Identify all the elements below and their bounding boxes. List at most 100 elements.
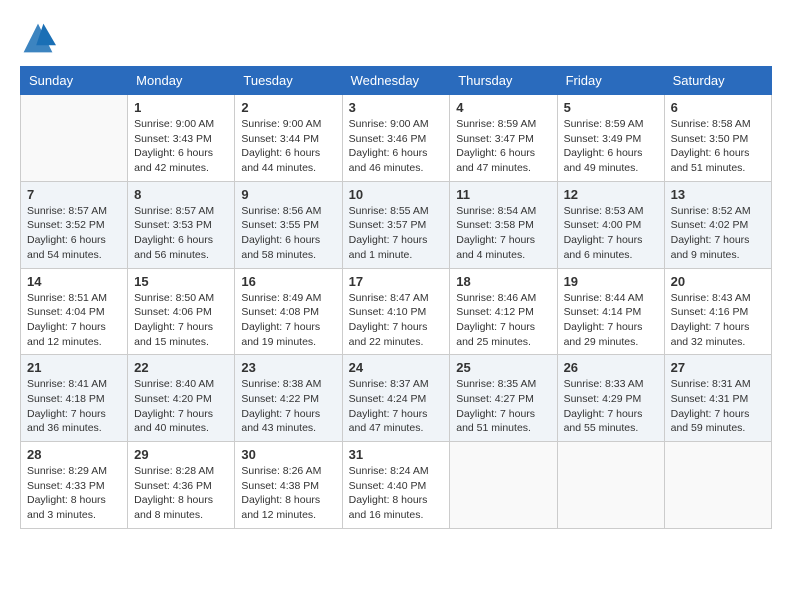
day-number: 27 xyxy=(671,360,765,375)
day-info: Sunrise: 8:57 AMSunset: 3:53 PMDaylight:… xyxy=(134,204,228,263)
calendar-cell: 16 Sunrise: 8:49 AMSunset: 4:08 PMDayligh… xyxy=(235,268,342,355)
day-info: Sunrise: 8:47 AMSunset: 4:10 PMDaylight:… xyxy=(349,291,444,350)
calendar-cell: 5 Sunrise: 8:59 AMSunset: 3:49 PMDaylight… xyxy=(557,95,664,182)
calendar-week-row: 28Sunrise: 8:29 AMSunset: 4:33 PMDayligh… xyxy=(21,442,772,529)
day-number: 24 xyxy=(349,360,444,375)
day-number: 8 xyxy=(134,187,228,202)
calendar-cell: 7 Sunrise: 8:57 AMSunset: 3:52 PMDaylight… xyxy=(21,181,128,268)
calendar-cell: 24 Sunrise: 8:37 AMSunset: 4:24 PMDayligh… xyxy=(342,355,450,442)
calendar-cell: 10Sunrise: 8:55 AMSunset: 3:57 PMDayligh… xyxy=(342,181,450,268)
calendar-cell: 14 Sunrise: 8:51 AMSunset: 4:04 PMDayligh… xyxy=(21,268,128,355)
calendar-body: 1 Sunrise: 9:00 AMSunset: 3:43 PMDaylight… xyxy=(21,95,772,529)
calendar-week-row: 14 Sunrise: 8:51 AMSunset: 4:04 PMDayligh… xyxy=(21,268,772,355)
day-info: Sunrise: 8:28 AMSunset: 4:36 PMDaylight:… xyxy=(134,464,228,523)
calendar-cell: 19Sunrise: 8:44 AMSunset: 4:14 PMDayligh… xyxy=(557,268,664,355)
calendar-header-row: SundayMondayTuesdayWednesdayThursdayFrid… xyxy=(21,67,772,95)
calendar-cell: 6Sunrise: 8:58 AMSunset: 3:50 PMDaylight… xyxy=(664,95,771,182)
day-number: 16 xyxy=(241,274,335,289)
day-number: 19 xyxy=(564,274,658,289)
calendar-cell: 23 Sunrise: 8:38 AMSunset: 4:22 PMDayligh… xyxy=(235,355,342,442)
calendar-cell: 1 Sunrise: 9:00 AMSunset: 3:43 PMDaylight… xyxy=(128,95,235,182)
day-info: Sunrise: 8:35 AMSunset: 4:27 PMDaylight:… xyxy=(456,377,550,436)
calendar-week-row: 1 Sunrise: 9:00 AMSunset: 3:43 PMDaylight… xyxy=(21,95,772,182)
calendar-cell: 4 Sunrise: 8:59 AMSunset: 3:47 PMDaylight… xyxy=(450,95,557,182)
day-number: 31 xyxy=(349,447,444,462)
day-header-monday: Monday xyxy=(128,67,235,95)
day-info: Sunrise: 8:40 AMSunset: 4:20 PMDaylight:… xyxy=(134,377,228,436)
day-header-wednesday: Wednesday xyxy=(342,67,450,95)
day-info: Sunrise: 8:59 AMSunset: 3:49 PMDaylight:… xyxy=(564,117,658,176)
day-info: Sunrise: 8:33 AMSunset: 4:29 PMDaylight:… xyxy=(564,377,658,436)
calendar-cell: 12 Sunrise: 8:53 AMSunset: 4:00 PMDayligh… xyxy=(557,181,664,268)
calendar-cell: 9 Sunrise: 8:56 AMSunset: 3:55 PMDaylight… xyxy=(235,181,342,268)
day-number: 2 xyxy=(241,100,335,115)
day-info: Sunrise: 8:43 AMSunset: 4:16 PMDaylight:… xyxy=(671,291,765,350)
day-info: Sunrise: 8:56 AMSunset: 3:55 PMDaylight:… xyxy=(241,204,335,263)
calendar-week-row: 21Sunrise: 8:41 AMSunset: 4:18 PMDayligh… xyxy=(21,355,772,442)
calendar-cell: 15 Sunrise: 8:50 AMSunset: 4:06 PMDayligh… xyxy=(128,268,235,355)
calendar-cell: 25Sunrise: 8:35 AMSunset: 4:27 PMDayligh… xyxy=(450,355,557,442)
calendar-cell: 21Sunrise: 8:41 AMSunset: 4:18 PMDayligh… xyxy=(21,355,128,442)
day-number: 22 xyxy=(134,360,228,375)
day-info: Sunrise: 8:49 AMSunset: 4:08 PMDaylight:… xyxy=(241,291,335,350)
day-header-tuesday: Tuesday xyxy=(235,67,342,95)
day-info: Sunrise: 8:53 AMSunset: 4:00 PMDaylight:… xyxy=(564,204,658,263)
day-info: Sunrise: 8:46 AMSunset: 4:12 PMDaylight:… xyxy=(456,291,550,350)
day-info: Sunrise: 9:00 AMSunset: 3:46 PMDaylight:… xyxy=(349,117,444,176)
calendar-cell: 26 Sunrise: 8:33 AMSunset: 4:29 PMDayligh… xyxy=(557,355,664,442)
day-number: 1 xyxy=(134,100,228,115)
day-header-sunday: Sunday xyxy=(21,67,128,95)
calendar-cell xyxy=(664,442,771,529)
calendar-cell: 30 Sunrise: 8:26 AMSunset: 4:38 PMDayligh… xyxy=(235,442,342,529)
day-header-thursday: Thursday xyxy=(450,67,557,95)
day-header-saturday: Saturday xyxy=(664,67,771,95)
logo xyxy=(20,20,62,56)
calendar-cell: 2 Sunrise: 9:00 AMSunset: 3:44 PMDaylight… xyxy=(235,95,342,182)
day-header-friday: Friday xyxy=(557,67,664,95)
day-number: 12 xyxy=(564,187,658,202)
day-info: Sunrise: 8:26 AMSunset: 4:38 PMDaylight:… xyxy=(241,464,335,523)
calendar-cell xyxy=(21,95,128,182)
day-info: Sunrise: 8:59 AMSunset: 3:47 PMDaylight:… xyxy=(456,117,550,176)
day-info: Sunrise: 9:00 AMSunset: 3:44 PMDaylight:… xyxy=(241,117,335,176)
day-number: 21 xyxy=(27,360,121,375)
calendar-cell: 3Sunrise: 9:00 AMSunset: 3:46 PMDaylight… xyxy=(342,95,450,182)
day-number: 4 xyxy=(456,100,550,115)
day-info: Sunrise: 8:31 AMSunset: 4:31 PMDaylight:… xyxy=(671,377,765,436)
calendar-cell: 20Sunrise: 8:43 AMSunset: 4:16 PMDayligh… xyxy=(664,268,771,355)
day-number: 7 xyxy=(27,187,121,202)
day-number: 18 xyxy=(456,274,550,289)
calendar-cell: 18 Sunrise: 8:46 AMSunset: 4:12 PMDayligh… xyxy=(450,268,557,355)
day-info: Sunrise: 8:51 AMSunset: 4:04 PMDaylight:… xyxy=(27,291,121,350)
calendar-cell: 11 Sunrise: 8:54 AMSunset: 3:58 PMDayligh… xyxy=(450,181,557,268)
day-info: Sunrise: 8:29 AMSunset: 4:33 PMDaylight:… xyxy=(27,464,121,523)
day-number: 23 xyxy=(241,360,335,375)
day-info: Sunrise: 8:58 AMSunset: 3:50 PMDaylight:… xyxy=(671,117,765,176)
day-info: Sunrise: 8:57 AMSunset: 3:52 PMDaylight:… xyxy=(27,204,121,263)
calendar-cell: 13 Sunrise: 8:52 AMSunset: 4:02 PMDayligh… xyxy=(664,181,771,268)
day-number: 5 xyxy=(564,100,658,115)
day-number: 26 xyxy=(564,360,658,375)
page-header xyxy=(20,20,772,56)
day-number: 13 xyxy=(671,187,765,202)
day-info: Sunrise: 8:54 AMSunset: 3:58 PMDaylight:… xyxy=(456,204,550,263)
day-info: Sunrise: 8:55 AMSunset: 3:57 PMDaylight:… xyxy=(349,204,444,263)
day-number: 14 xyxy=(27,274,121,289)
day-number: 9 xyxy=(241,187,335,202)
calendar-cell: 28Sunrise: 8:29 AMSunset: 4:33 PMDayligh… xyxy=(21,442,128,529)
day-info: Sunrise: 8:37 AMSunset: 4:24 PMDaylight:… xyxy=(349,377,444,436)
day-info: Sunrise: 8:38 AMSunset: 4:22 PMDaylight:… xyxy=(241,377,335,436)
calendar-cell: 31Sunrise: 8:24 AMSunset: 4:40 PMDayligh… xyxy=(342,442,450,529)
day-number: 30 xyxy=(241,447,335,462)
calendar-table: SundayMondayTuesdayWednesdayThursdayFrid… xyxy=(20,66,772,529)
day-info: Sunrise: 8:50 AMSunset: 4:06 PMDaylight:… xyxy=(134,291,228,350)
calendar-cell: 22 Sunrise: 8:40 AMSunset: 4:20 PMDayligh… xyxy=(128,355,235,442)
day-number: 29 xyxy=(134,447,228,462)
calendar-week-row: 7 Sunrise: 8:57 AMSunset: 3:52 PMDaylight… xyxy=(21,181,772,268)
calendar-cell xyxy=(450,442,557,529)
day-info: Sunrise: 8:52 AMSunset: 4:02 PMDaylight:… xyxy=(671,204,765,263)
day-number: 15 xyxy=(134,274,228,289)
day-info: Sunrise: 9:00 AMSunset: 3:43 PMDaylight:… xyxy=(134,117,228,176)
calendar-cell: 29 Sunrise: 8:28 AMSunset: 4:36 PMDayligh… xyxy=(128,442,235,529)
day-number: 11 xyxy=(456,187,550,202)
